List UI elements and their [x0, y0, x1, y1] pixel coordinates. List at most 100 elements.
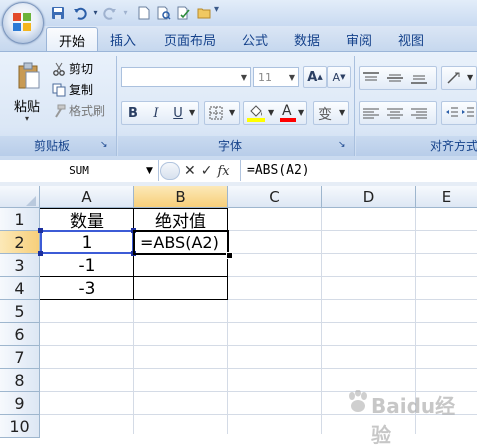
- fill-handle[interactable]: [226, 252, 233, 259]
- tab-data[interactable]: 数据: [284, 27, 330, 51]
- fill-color-button[interactable]: [246, 103, 270, 123]
- increase-indent-icon[interactable]: [461, 106, 475, 120]
- orientation-button[interactable]: ▼: [441, 66, 477, 90]
- align-right-button[interactable]: [410, 106, 428, 125]
- copy-button[interactable]: 复制: [52, 81, 93, 98]
- align-top-button[interactable]: [362, 70, 380, 89]
- print-preview-icon[interactable]: [156, 5, 171, 20]
- save-icon[interactable]: [50, 5, 65, 20]
- cell-a4[interactable]: -3: [41, 277, 133, 300]
- row-header-9[interactable]: 9: [0, 392, 40, 415]
- enter-icon[interactable]: ✓: [201, 163, 213, 179]
- underline-button[interactable]: U: [168, 102, 188, 124]
- decrease-indent-icon[interactable]: [445, 106, 459, 120]
- chevron-down-icon[interactable]: ▼: [339, 108, 345, 117]
- alignment-group-label: 对齐方式: [430, 139, 477, 153]
- spelling-icon[interactable]: [176, 5, 191, 20]
- chevron-down-icon[interactable]: ▼: [467, 73, 473, 82]
- reference-handle[interactable]: [38, 251, 43, 256]
- undo-icon[interactable]: [72, 5, 87, 20]
- paw-icon: [349, 390, 367, 412]
- column-header-c[interactable]: C: [228, 186, 322, 208]
- reference-highlight: [40, 230, 134, 254]
- underline-dropdown-icon[interactable]: ▼: [189, 108, 195, 117]
- phonetic-button[interactable]: 变 ▼: [313, 101, 349, 125]
- column-header-b[interactable]: B: [134, 186, 228, 208]
- font-dialog-launcher-icon[interactable]: ↘: [338, 140, 346, 150]
- font-color-icon: A: [282, 103, 292, 119]
- baidu-watermark: Baidu经验: [347, 384, 472, 447]
- undo-dropdown-icon[interactable]: ▾: [88, 5, 103, 20]
- align-center-button[interactable]: [386, 106, 404, 125]
- row-header-3[interactable]: 3: [0, 254, 40, 277]
- align-left-button[interactable]: [362, 106, 380, 125]
- tab-home[interactable]: 开始: [46, 27, 98, 52]
- cell-b1[interactable]: 绝对值: [134, 208, 227, 232]
- shrink-font-button[interactable]: A ▼: [327, 66, 351, 88]
- tab-insert[interactable]: 插入: [100, 27, 146, 51]
- indent-group: [441, 101, 477, 125]
- formula-buttons: ✕ ✓ fx: [160, 161, 238, 181]
- row-header-4[interactable]: 4: [0, 277, 40, 300]
- customize-qat-icon[interactable]: ▾: [214, 4, 224, 20]
- gridline: [321, 208, 322, 434]
- paste-label: 粘贴: [14, 100, 41, 115]
- copy-icon: [52, 83, 66, 97]
- name-box[interactable]: SUM: [0, 160, 159, 181]
- cancel-icon[interactable]: ✕: [184, 163, 196, 179]
- grow-font-button[interactable]: A ▲: [303, 66, 327, 88]
- formula-bar-expander[interactable]: [160, 162, 180, 180]
- font-size-combo[interactable]: 11 ▼: [253, 67, 299, 87]
- paste-dropdown-icon[interactable]: ▾: [25, 114, 29, 123]
- chevron-down-icon[interactable]: ▼: [238, 68, 250, 86]
- tab-review[interactable]: 审阅: [336, 27, 382, 51]
- cut-button[interactable]: 剪切: [52, 60, 93, 77]
- italic-button[interactable]: I: [146, 102, 166, 124]
- watermark-text: Baidu经验: [371, 394, 456, 447]
- shrink-font-icon: A: [332, 70, 341, 84]
- format-painter-button[interactable]: 格式刷: [52, 102, 105, 119]
- reference-handle[interactable]: [38, 228, 43, 233]
- column-header-a[interactable]: A: [40, 186, 134, 208]
- align-bottom-button[interactable]: [410, 70, 428, 89]
- caret-down-icon: ▼: [340, 73, 346, 81]
- align-middle-button[interactable]: [386, 70, 404, 89]
- fill-color-dropdown-icon[interactable]: ▼: [268, 108, 274, 117]
- column-header-d[interactable]: D: [322, 186, 416, 208]
- open-icon[interactable]: [196, 5, 211, 20]
- font-name-combo[interactable]: ▼: [121, 67, 251, 87]
- chevron-down-icon[interactable]: ▼: [286, 68, 298, 86]
- borders-button[interactable]: ▼: [204, 101, 240, 125]
- cell-a3[interactable]: -1: [41, 254, 133, 277]
- cell-b4[interactable]: [134, 277, 227, 300]
- chevron-down-icon[interactable]: ▼: [229, 108, 235, 117]
- tab-view[interactable]: 视图: [388, 27, 434, 51]
- font-color-dropdown-icon[interactable]: ▼: [298, 108, 304, 117]
- cell-b3[interactable]: [134, 254, 227, 277]
- formula-input[interactable]: =ABS(A2): [240, 160, 477, 181]
- cell-a1[interactable]: 数量: [41, 208, 133, 232]
- tab-page-layout[interactable]: 页面布局: [154, 27, 226, 51]
- row-header-5[interactable]: 5: [0, 300, 40, 323]
- tab-formulas[interactable]: 公式: [232, 27, 278, 51]
- bold-button[interactable]: B: [123, 102, 143, 124]
- row-header-8[interactable]: 8: [0, 369, 40, 392]
- row-header-6[interactable]: 6: [0, 323, 40, 346]
- name-box-dropdown-icon[interactable]: ▼: [146, 166, 153, 176]
- office-button[interactable]: [2, 2, 44, 44]
- font-color-button[interactable]: A: [280, 103, 296, 123]
- clipboard-dialog-launcher-icon[interactable]: ↘: [100, 140, 108, 150]
- row-header-1[interactable]: 1: [0, 208, 40, 231]
- align-bottom-icon: [411, 75, 427, 84]
- redo-icon[interactable]: [102, 5, 117, 20]
- redo-dropdown-icon[interactable]: ▾: [118, 5, 133, 20]
- formula-text: =ABS(A2): [247, 163, 310, 178]
- paste-icon: [18, 62, 40, 89]
- paste-button[interactable]: 粘贴 ▾: [10, 58, 48, 130]
- row-header-2[interactable]: 2: [0, 231, 40, 254]
- row-header-7[interactable]: 7: [0, 346, 40, 369]
- column-header-e[interactable]: E: [416, 186, 477, 208]
- row-header-10[interactable]: 10: [0, 415, 40, 438]
- new-document-icon[interactable]: [136, 5, 151, 20]
- insert-function-icon[interactable]: fx: [217, 164, 229, 179]
